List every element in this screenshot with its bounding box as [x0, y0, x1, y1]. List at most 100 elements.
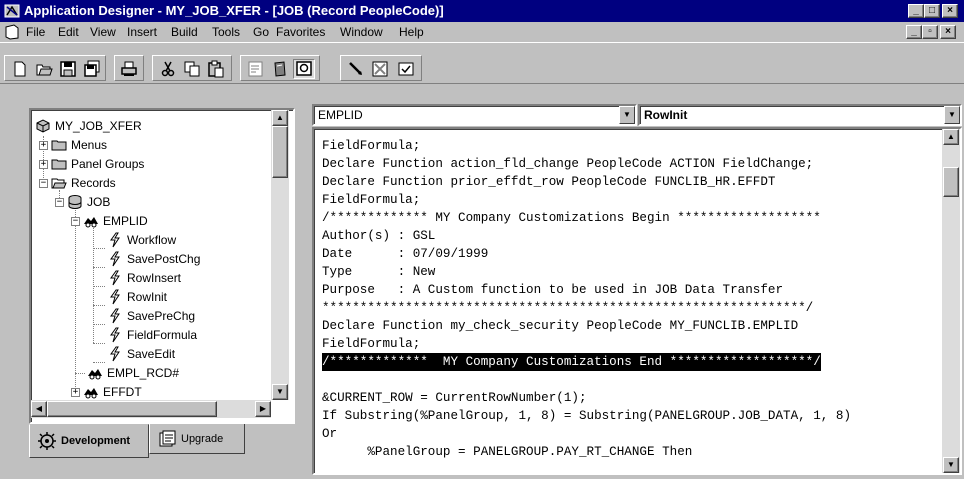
tree-vertical-scrollbar[interactable]: ▲ ▼ — [271, 110, 289, 400]
tree-hscroll-thumb[interactable] — [47, 401, 217, 417]
menu-insert[interactable]: Insert — [127, 25, 157, 39]
code-line[interactable]: &CURRENT_ROW = CurrentRowNumber(1); — [322, 389, 587, 407]
tree-item-menus[interactable]: Menus — [51, 136, 107, 154]
expand-toggle[interactable]: + — [71, 388, 80, 397]
code-line[interactable]: /************* MY Company Customizations… — [322, 209, 821, 227]
properties-icon[interactable] — [245, 59, 267, 79]
document-icon[interactable] — [4, 24, 20, 40]
scroll-up-arrow-icon[interactable]: ▲ — [943, 129, 959, 145]
collapse-toggle[interactable]: − — [55, 198, 64, 207]
field-select-value: EMPLID — [318, 108, 363, 122]
project-workspace: MY_JOB_XFER + Menus + Panel Groups − Rec… — [4, 89, 304, 475]
tree-item-job-record[interactable]: JOB — [67, 193, 110, 211]
print-icon[interactable] — [118, 59, 140, 79]
event-select[interactable]: RowInit ▼ — [638, 104, 962, 126]
code-line[interactable]: %PanelGroup = PANELGROUP.PAY_RT_CHANGE T… — [322, 443, 692, 461]
tree-connector — [75, 373, 85, 374]
project-icon[interactable] — [269, 59, 291, 79]
field-icon — [87, 365, 103, 381]
menu-edit[interactable]: Edit — [58, 25, 79, 39]
open-icon[interactable] — [33, 59, 55, 79]
tree-item-savepostchg[interactable]: SavePostChg — [107, 250, 200, 268]
doc-restore-button[interactable]: ▫ — [922, 25, 938, 39]
tree-item-fieldformula[interactable]: FieldFormula — [107, 326, 197, 344]
save-all-icon[interactable] — [81, 59, 103, 79]
menu-help[interactable]: Help — [399, 25, 424, 39]
dropdown-arrow-icon[interactable]: ▼ — [619, 106, 635, 124]
collapse-toggle[interactable]: − — [71, 217, 80, 226]
peoplecode-event-icon — [107, 289, 123, 305]
tree-item-label: EFFDT — [103, 385, 142, 399]
compare-icon[interactable] — [369, 59, 391, 79]
tree-item-records[interactable]: Records — [51, 174, 116, 192]
tree-item-rowinsert[interactable]: RowInsert — [107, 269, 181, 287]
scroll-left-arrow-icon[interactable]: ◀ — [31, 401, 47, 417]
menu-favorites[interactable]: Favorites — [276, 25, 325, 39]
code-line[interactable]: Date : 07/09/1999 — [322, 245, 488, 263]
editor-scroll-thumb[interactable] — [943, 167, 959, 197]
tree-item-rowinit[interactable]: RowInit — [107, 288, 167, 306]
tree-item-label: MY_JOB_XFER — [55, 119, 142, 133]
code-line[interactable]: FieldFormula; — [322, 335, 420, 353]
doc-close-button[interactable]: × — [940, 25, 956, 39]
expand-toggle[interactable]: + — [39, 141, 48, 150]
project-tree[interactable]: MY_JOB_XFER + Menus + Panel Groups − Rec… — [29, 108, 295, 424]
tree-scroll-thumb[interactable] — [272, 126, 288, 178]
code-line[interactable]: Type : New — [322, 263, 435, 281]
scroll-up-arrow-icon[interactable]: ▲ — [272, 110, 288, 126]
field-icon — [83, 384, 99, 400]
paste-icon[interactable] — [205, 59, 227, 79]
tree-item-saveprechg[interactable]: SavePreChg — [107, 307, 195, 325]
scroll-down-arrow-icon[interactable]: ▼ — [272, 384, 288, 400]
cut-icon[interactable] — [157, 59, 179, 79]
code-line[interactable]: Declare Function action_fld_change Peopl… — [322, 155, 813, 173]
close-button[interactable]: × — [942, 4, 958, 18]
menu-window[interactable]: Window — [340, 25, 383, 39]
tree-item-workflow[interactable]: Workflow — [107, 231, 176, 249]
menu-build[interactable]: Build — [171, 25, 198, 39]
save-icon[interactable] — [57, 59, 79, 79]
code-line[interactable]: FieldFormula; — [322, 137, 420, 155]
new-icon[interactable] — [9, 59, 31, 79]
menu-view[interactable]: View — [90, 25, 116, 39]
find-icon[interactable] — [293, 59, 315, 79]
selected-code-line[interactable]: /************* MY Company Customizations… — [322, 353, 821, 371]
scroll-down-arrow-icon[interactable]: ▼ — [943, 457, 959, 473]
check-icon[interactable] — [395, 59, 417, 79]
scroll-right-arrow-icon[interactable]: ▶ — [255, 401, 271, 417]
tree-item-effdt-field[interactable]: EFFDT — [83, 383, 142, 401]
code-line[interactable]: FieldFormula; — [322, 191, 420, 209]
validate-icon[interactable] — [345, 59, 367, 79]
maximize-button[interactable]: □ — [924, 4, 940, 18]
code-line[interactable]: If Substring(%PanelGroup, 1, 8) = Substr… — [322, 407, 851, 425]
tree-horizontal-scrollbar[interactable]: ◀ ▶ — [31, 400, 271, 418]
tree-item-emplid-field[interactable]: EMPLID — [83, 212, 148, 230]
menu-file[interactable]: File — [26, 25, 45, 39]
menu-go[interactable]: Go — [253, 25, 269, 39]
tree-item-label: RowInsert — [127, 271, 182, 285]
code-line[interactable]: Declare Function my_check_security Peopl… — [322, 317, 798, 335]
editor-vertical-scrollbar[interactable]: ▲ ▼ — [942, 129, 960, 473]
title-bar[interactable]: Application Designer - MY_JOB_XFER - [JO… — [0, 0, 964, 22]
copy-icon[interactable] — [181, 59, 203, 79]
field-select[interactable]: EMPLID ▼ — [312, 104, 637, 126]
collapse-toggle[interactable]: − — [39, 179, 48, 188]
upgrade-icon — [159, 430, 176, 446]
code-line[interactable]: Purpose : A Custom function to be used i… — [322, 281, 783, 299]
code-line[interactable]: Or — [322, 425, 337, 443]
tab-development[interactable]: Development — [29, 424, 149, 458]
tree-item-panel-groups[interactable]: Panel Groups — [51, 155, 144, 173]
code-line[interactable]: ****************************************… — [322, 299, 813, 317]
tab-upgrade[interactable]: Upgrade — [149, 424, 245, 454]
minimize-button[interactable]: _ — [908, 4, 924, 18]
tree-item-saveedit[interactable]: SaveEdit — [107, 345, 175, 363]
doc-minimize-button[interactable]: _ — [906, 25, 922, 39]
code-line[interactable]: Author(s) : GSL — [322, 227, 435, 245]
tree-item-empl-rcd-field[interactable]: EMPL_RCD# — [87, 364, 179, 382]
peoplecode-editor[interactable]: FieldFormula; Declare Function action_fl… — [312, 127, 962, 475]
tree-item-project[interactable]: MY_JOB_XFER — [35, 117, 142, 135]
menu-tools[interactable]: Tools — [212, 25, 240, 39]
dropdown-arrow-icon[interactable]: ▼ — [944, 106, 960, 124]
expand-toggle[interactable]: + — [39, 160, 48, 169]
code-line[interactable]: Declare Function prior_effdt_row PeopleC… — [322, 173, 775, 191]
